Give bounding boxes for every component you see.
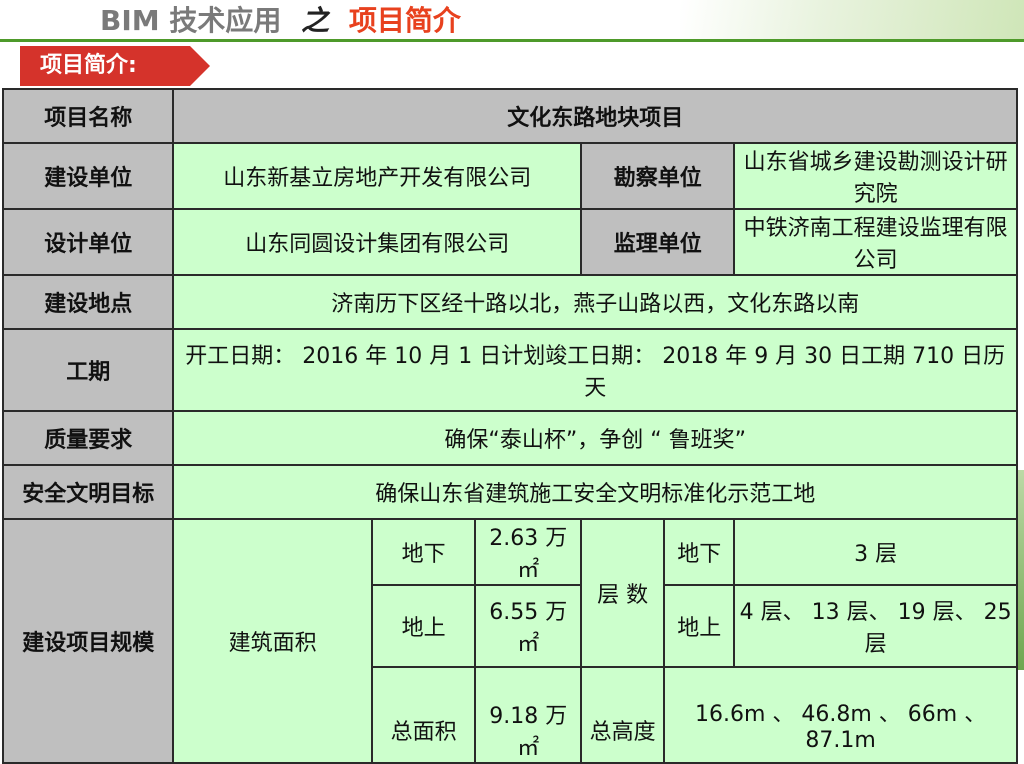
total-area-value: 9.18 万㎡: [474, 666, 583, 764]
underground-area: 2.63 万㎡: [474, 518, 583, 586]
total-height-label: 总高度: [580, 666, 666, 764]
quality-value: 确保“泰山杯”，争创 “ 鲁班奖”: [172, 410, 1018, 466]
builder-value: 山东新基立房地产开发有限公司: [172, 142, 583, 210]
aboveground-area: 6.55 万㎡: [474, 584, 583, 668]
survey-label: 勘察单位: [580, 142, 736, 210]
scale-label: 建设项目规模: [1, 518, 175, 764]
supervisor-value: 中铁济南工程建设监理有限公司: [733, 208, 1018, 276]
floors-above-value: 4 层、 13 层、 19 层、 25 层: [733, 584, 1018, 668]
location-value: 济南历下区经十路以北，燕子山路以西，文化东路以南: [172, 274, 1018, 330]
total-height-value: 16.6m 、 46.8m 、 66m 、 87.1m: [663, 666, 1018, 764]
title-underline: [0, 39, 1024, 42]
builder-label: 建设单位: [1, 142, 175, 210]
row-designer: 设计单位 山东同圆设计集团有限公司 监理单位 中铁济南工程建设监理有限公司: [1, 208, 1018, 276]
row-period: 工期 开工日期： 2016 年 10 月 1 日计划竣工日期： 2018 年 9…: [1, 328, 1018, 412]
floors-above-label: 地上: [663, 584, 736, 668]
title-main: 项目简介: [348, 4, 461, 37]
aboveground-label: 地上: [370, 584, 477, 668]
page-title: BIM 技术应用 之 项目简介: [100, 2, 461, 40]
leaf-decoration: [680, 0, 1024, 40]
row-project-name: 项目名称 文化东路地块项目: [1, 88, 1018, 144]
total-area-label: 总面积: [370, 666, 477, 764]
row-scale-underground: 建设项目规模 建筑面积 地下 2.63 万㎡ 层 数 地下 3 层: [1, 518, 1018, 764]
designer-value: 山东同圆设计集团有限公司: [172, 208, 583, 276]
project-name-value: 文化东路地块项目: [172, 88, 1018, 144]
title-joiner: 之: [301, 4, 330, 37]
row-quality: 质量要求 确保“泰山杯”，争创 “ 鲁班奖”: [1, 410, 1018, 466]
survey-value: 山东省城乡建设勘测设计研究院: [733, 142, 1018, 210]
floors-under-value: 3 层: [733, 518, 1018, 586]
section-tag-label: 项目简介:: [40, 53, 137, 78]
location-label: 建设地点: [1, 274, 175, 330]
project-name-label: 项目名称: [1, 88, 175, 144]
floors-label: 层 数: [580, 518, 666, 668]
designer-label: 设计单位: [1, 208, 175, 276]
row-builder: 建设单位 山东新基立房地产开发有限公司 勘察单位 山东省城乡建设勘测设计研究院: [1, 142, 1018, 210]
underground-label: 地下: [370, 518, 477, 586]
supervisor-label: 监理单位: [580, 208, 736, 276]
safety-label: 安全文明目标: [1, 464, 175, 520]
title-prefix: BIM 技术应用: [100, 4, 282, 37]
section-tag: 项目简介:: [20, 46, 210, 86]
title-bar: BIM 技术应用 之 项目简介: [0, 0, 1024, 42]
row-location: 建设地点 济南历下区经十路以北，燕子山路以西，文化东路以南: [1, 274, 1018, 330]
period-value: 开工日期： 2016 年 10 月 1 日计划竣工日期： 2018 年 9 月 …: [172, 328, 1018, 412]
area-label: 建筑面积: [172, 518, 373, 764]
project-info-table: 项目名称 文化东路地块项目 建设单位 山东新基立房地产开发有限公司 勘察单位 山…: [1, 88, 1018, 764]
row-safety: 安全文明目标 确保山东省建筑施工安全文明标准化示范工地: [1, 464, 1018, 520]
floors-under-label: 地下: [663, 518, 736, 586]
period-label: 工期: [1, 328, 175, 412]
quality-label: 质量要求: [1, 410, 175, 466]
safety-value: 确保山东省建筑施工安全文明标准化示范工地: [172, 464, 1018, 520]
